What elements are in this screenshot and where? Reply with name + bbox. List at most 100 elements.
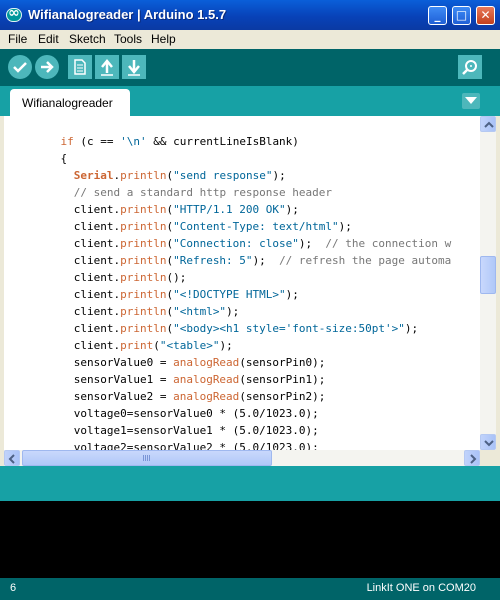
menu-sketch[interactable]: Sketch: [69, 32, 106, 46]
code-token: {: [34, 152, 68, 165]
code-token: // the connection w: [325, 237, 452, 250]
code-line: if (c == '\n' && currentLineIsBlank): [34, 133, 299, 150]
code-token: && currentLineIsBlank): [146, 135, 299, 148]
scroll-down-button[interactable]: [480, 434, 496, 450]
vertical-scroll-thumb[interactable]: [480, 256, 496, 294]
code-token: );: [219, 339, 233, 352]
menu-tools[interactable]: Tools: [114, 32, 142, 46]
code-token: println: [120, 169, 167, 182]
tab-menu-button[interactable]: [462, 93, 480, 109]
code-token: "Refresh: 5": [173, 254, 253, 267]
code-token: );: [285, 203, 299, 216]
horizontal-scroll-thumb[interactable]: [22, 450, 272, 466]
code-token: (sensorPin2);: [239, 390, 326, 403]
code-token: (c ==: [73, 135, 121, 148]
code-token: voltage2=sensorValue2 * (5.0/1023.0);: [34, 441, 319, 450]
code-token: voltage0=sensorValue0 * (5.0/1023.0);: [34, 407, 319, 420]
arrow-right-icon: [470, 454, 477, 464]
minimize-button[interactable]: _: [428, 6, 447, 25]
code-line: client.println("Refresh: 5"); // refresh…: [34, 252, 452, 269]
close-button[interactable]: ✕: [476, 6, 495, 25]
code-token: Serial: [73, 169, 114, 182]
code-token: );: [285, 288, 299, 301]
code-line: Serial.println("send response");: [34, 167, 286, 184]
code-token: "<table>": [159, 339, 220, 352]
upload-icon: [41, 61, 54, 73]
scrollbar-corner: [480, 450, 496, 466]
console-output[interactable]: [0, 501, 500, 578]
code-token: println: [120, 203, 167, 216]
code-line: client.println("<!DOCTYPE HTML>");: [34, 286, 299, 303]
code-token: ();: [166, 271, 187, 284]
code-token: analogRead: [173, 390, 240, 403]
chevron-down-icon: [465, 97, 477, 104]
code-token: "Connection: close": [173, 237, 299, 250]
code-token: client.: [34, 254, 121, 267]
code-token: sensorValue2 =: [34, 390, 174, 403]
new-button[interactable]: [68, 55, 92, 79]
board-port-label: LinkIt ONE on COM20: [366, 582, 476, 594]
menu-edit[interactable]: Edit: [38, 32, 59, 46]
status-bar: 6 LinkIt ONE on COM20: [0, 578, 500, 600]
code-token: analogRead: [173, 373, 240, 386]
save-button[interactable]: [122, 55, 146, 79]
code-token: println: [120, 305, 167, 318]
code-line: voltage2=sensorValue2 * (5.0/1023.0);: [34, 439, 319, 450]
scroll-left-button[interactable]: [4, 450, 20, 466]
scroll-up-button[interactable]: [480, 116, 496, 132]
code-token: if: [60, 135, 74, 148]
message-area: [0, 466, 500, 501]
tab-bar: Wifianalogreader: [0, 86, 500, 116]
code-editor[interactable]: if (c == '\n' && currentLineIsBlank) { S…: [4, 116, 480, 450]
code-token: analogRead: [173, 356, 240, 369]
serial-monitor-button[interactable]: [458, 55, 482, 79]
menu-file[interactable]: File: [8, 32, 27, 46]
code-token: // refresh the page automa: [279, 254, 452, 267]
code-line: {: [34, 150, 67, 167]
vertical-scrollbar[interactable]: [480, 116, 496, 450]
title-bar[interactable]: Wifianalogreader | Arduino 1.5.7 _ □ ✕: [0, 0, 500, 31]
arrow-up-icon: [484, 121, 494, 128]
code-token: client.: [34, 322, 121, 335]
open-button[interactable]: [95, 55, 119, 79]
code-line: sensorValue1 = analogRead(sensorPin1);: [34, 371, 326, 388]
code-token: println: [120, 254, 167, 267]
upload-button[interactable]: [35, 55, 59, 79]
code-token: "HTTP/1.1 200 OK": [173, 203, 286, 216]
code-line: sensorValue2 = analogRead(sensorPin2);: [34, 388, 326, 405]
arrow-down-icon: [484, 440, 494, 447]
code-token: );: [404, 322, 419, 335]
code-token: // send a standard http response header: [73, 186, 333, 199]
scroll-right-button[interactable]: [464, 450, 480, 466]
menu-bar: File Edit Sketch Tools Help: [0, 30, 500, 49]
tab-label: Wifianalogreader: [22, 96, 113, 110]
code-token: (: [153, 339, 160, 352]
code-token: "send response": [173, 169, 273, 182]
code-line: client.println("HTTP/1.1 200 OK");: [34, 201, 299, 218]
code-token: );: [298, 237, 326, 250]
code-line: client.println("Connection: close"); // …: [34, 235, 452, 252]
code-token: client.: [34, 339, 121, 352]
code-token: client.: [34, 271, 121, 284]
tab-wifianalogreader[interactable]: Wifianalogreader: [10, 89, 130, 116]
code-token: println: [120, 322, 167, 335]
toolbar: [0, 49, 500, 86]
code-line: client.println("<body><h1 style='font-si…: [34, 320, 418, 337]
code-token: (sensorPin0);: [239, 356, 326, 369]
code-token: );: [252, 254, 280, 267]
code-token: voltage1=sensorValue1 * (5.0/1023.0);: [34, 424, 319, 437]
horizontal-scrollbar[interactable]: [4, 450, 480, 466]
verify-button[interactable]: [8, 55, 32, 79]
code-token: client.: [34, 288, 121, 301]
new-icon: [74, 59, 86, 75]
window-title: Wifianalogreader | Arduino 1.5.7: [28, 7, 227, 22]
code-token: client.: [34, 220, 121, 233]
maximize-button[interactable]: □: [452, 6, 471, 25]
code-token: "Content-Type: text/html": [173, 220, 339, 233]
code-token: println: [120, 220, 167, 233]
menu-help[interactable]: Help: [151, 32, 176, 46]
arduino-logo-icon: [6, 5, 22, 22]
